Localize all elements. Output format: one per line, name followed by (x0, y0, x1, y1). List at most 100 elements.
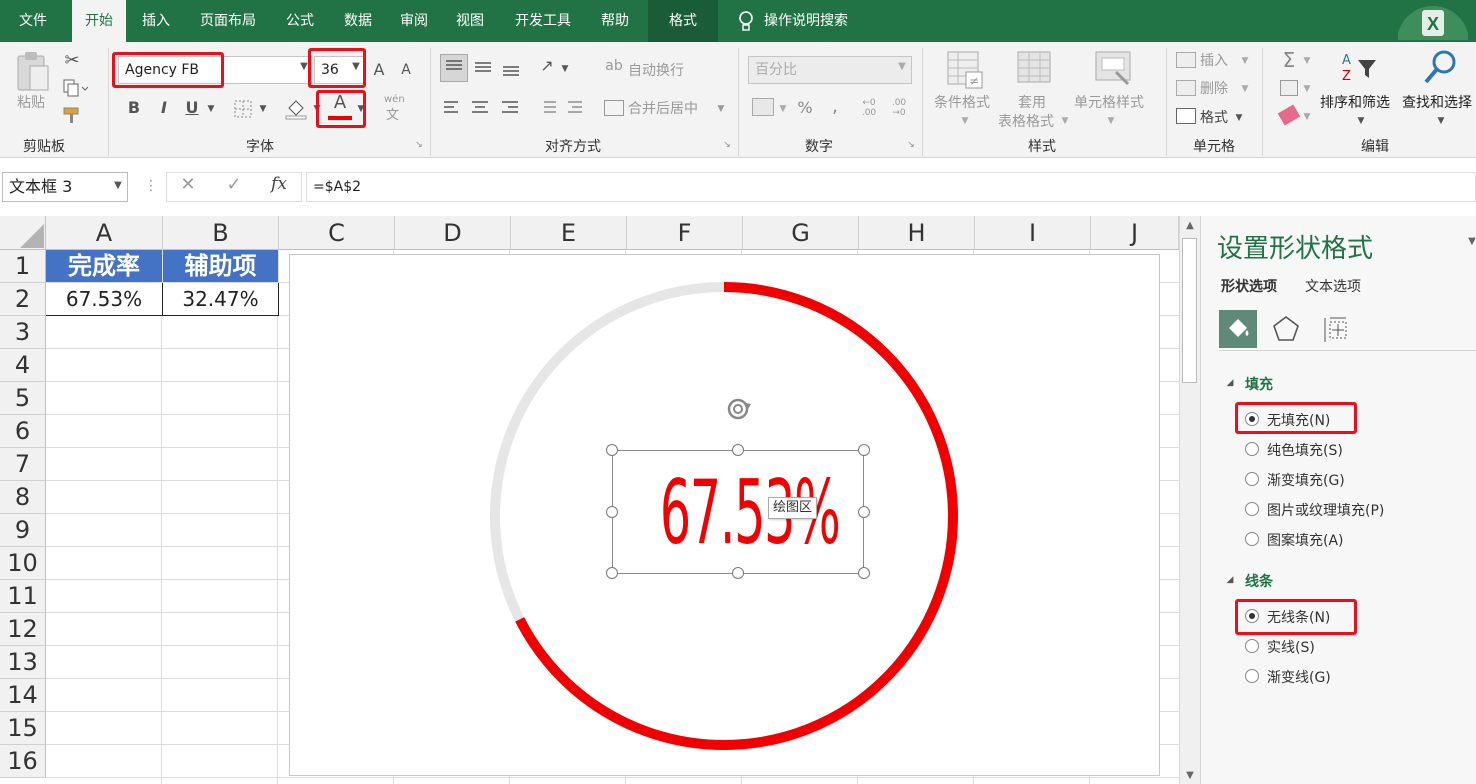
clear-icon[interactable] (1277, 104, 1301, 126)
fill-color-icon[interactable] (284, 96, 308, 120)
column-header-e[interactable]: E (511, 216, 627, 250)
tab-developer[interactable]: 开发工具 (500, 0, 586, 42)
resize-handle[interactable] (858, 567, 870, 579)
row-header[interactable]: 6 (0, 415, 46, 448)
row-header[interactable]: 8 (0, 481, 46, 514)
conditional-chevron-down-icon[interactable]: ▼ (960, 116, 970, 126)
resize-handle[interactable] (606, 506, 618, 518)
fill-line-icon[interactable] (1219, 310, 1257, 348)
paste-label[interactable]: 粘贴 (17, 92, 45, 112)
underline-chevron-down-icon[interactable]: ▼ (206, 104, 216, 114)
tab-shape-options[interactable]: 形状选项 (1221, 276, 1277, 296)
scroll-up-icon[interactable]: ▲ (1182, 220, 1198, 231)
row-header[interactable]: 4 (0, 349, 46, 382)
drag-handle-icon[interactable]: ⋮ (144, 178, 158, 194)
tab-page-layout[interactable]: 页面布局 (186, 0, 270, 42)
tab-insert[interactable]: 插入 (128, 0, 184, 42)
column-header-g[interactable]: G (743, 216, 859, 250)
alignment-dialog-launcher-icon[interactable]: ↘ (722, 140, 732, 150)
cancel-icon[interactable]: ✕ (178, 174, 198, 195)
number-format-chevron-down-icon[interactable]: ▼ (896, 61, 908, 72)
column-header-b[interactable]: B (163, 216, 279, 250)
scroll-down-icon[interactable]: ▼ (1182, 770, 1198, 781)
align-bottom-icon[interactable] (500, 54, 522, 80)
cell-styles-chevron-down-icon[interactable]: ▼ (1106, 116, 1116, 126)
bold-button[interactable]: B (126, 98, 142, 117)
option-picture-fill[interactable]: 图片或纹理填充(P) (1267, 500, 1384, 520)
tell-me-search[interactable]: 操作说明搜索 (764, 0, 868, 42)
align-middle-icon[interactable] (472, 54, 494, 80)
conditional-formatting-button[interactable]: 条件格式 (934, 92, 990, 112)
option-gradient-fill[interactable]: 渐变填充(G) (1267, 470, 1345, 490)
format-chevron-down-icon[interactable]: ▼ (1234, 113, 1244, 123)
row-header[interactable]: 13 (0, 646, 46, 679)
effects-pentagon-icon[interactable] (1271, 314, 1301, 344)
grow-font-icon[interactable]: A (372, 60, 386, 79)
delete-cells-button[interactable]: 删除 (1200, 78, 1228, 98)
radio-gradient-line[interactable] (1245, 669, 1259, 683)
pane-chevron-down-icon[interactable]: ▼ (1467, 236, 1476, 247)
merge-center-icon[interactable] (604, 100, 624, 116)
format-cells-button[interactable]: 格式 (1200, 107, 1228, 127)
option-solid-line[interactable]: 实线(S) (1267, 637, 1315, 657)
sort-filter-button[interactable]: 排序和筛选 (1320, 92, 1390, 112)
tab-data[interactable]: 数据 (330, 0, 386, 42)
cell-styles-icon[interactable] (1094, 50, 1134, 90)
fill-chevron-down-icon[interactable]: ▼ (1302, 84, 1312, 94)
formula-input[interactable]: =$A$2 (306, 172, 1476, 202)
name-box-chevron-down-icon[interactable]: ▼ (112, 180, 124, 191)
cell-a1[interactable]: 完成率 (46, 250, 163, 283)
radio-gradient-fill[interactable] (1245, 472, 1259, 486)
column-header-i[interactable]: I (975, 216, 1091, 250)
resize-handle[interactable] (606, 567, 618, 579)
option-pattern-fill[interactable]: 图案填充(A) (1267, 530, 1344, 550)
autosum-icon[interactable]: Σ (1280, 48, 1298, 72)
cut-icon[interactable]: ✂ (62, 50, 82, 71)
align-top-button[interactable] (440, 54, 468, 82)
tab-file[interactable]: 文件 (0, 0, 66, 42)
rotate-handle-icon[interactable] (724, 394, 754, 424)
insert-cells-icon[interactable] (1176, 52, 1196, 68)
format-painter-icon[interactable] (62, 106, 82, 124)
borders-chevron-down-icon[interactable]: ▼ (258, 104, 268, 114)
merge-center-button[interactable]: 合并后居中 (628, 98, 698, 118)
radio-picture-fill[interactable] (1245, 502, 1259, 516)
row-header[interactable]: 3 (0, 316, 46, 349)
wrap-text-icon[interactable]: ab (604, 58, 624, 74)
fill-collapse-icon[interactable]: ◢ (1225, 378, 1235, 388)
name-box[interactable]: 文本框 3 (2, 172, 128, 202)
sort-filter-icon[interactable]: AZ (1340, 50, 1380, 86)
lightbulb-icon[interactable] (738, 10, 754, 32)
column-header-j[interactable]: J (1091, 216, 1179, 250)
decrease-decimal-icon[interactable]: .00 →0 (888, 98, 910, 118)
orientation-chevron-down-icon[interactable]: ▼ (560, 64, 570, 74)
borders-icon[interactable] (234, 100, 252, 118)
cell-styles-button[interactable]: 单元格样式 (1074, 92, 1144, 112)
radio-solid-line[interactable] (1245, 639, 1259, 653)
resize-handle[interactable] (858, 506, 870, 518)
column-header-h[interactable]: H (859, 216, 975, 250)
insert-cells-button[interactable]: 插入 (1200, 50, 1228, 70)
fill-down-icon[interactable] (1280, 80, 1298, 96)
format-as-table-icon[interactable] (1016, 50, 1054, 90)
format-as-table-line2[interactable]: 表格格式 (998, 111, 1054, 131)
option-solid-fill[interactable]: 纯色填充(S) (1267, 440, 1343, 460)
line-section-header[interactable]: 线条 (1245, 571, 1273, 591)
format-cells-icon[interactable] (1176, 108, 1196, 124)
fill-section-header[interactable]: 填充 (1245, 374, 1273, 394)
merge-chevron-down-icon[interactable]: ▼ (716, 104, 726, 114)
row-header[interactable]: 15 (0, 712, 46, 745)
row-header[interactable]: 16 (0, 745, 46, 778)
font-dialog-launcher-icon[interactable]: ↘ (414, 140, 424, 150)
row-header[interactable]: 7 (0, 448, 46, 481)
row-header[interactable]: 1 (0, 250, 46, 283)
column-header-f[interactable]: F (627, 216, 743, 250)
row-header[interactable]: 2 (0, 283, 46, 316)
tab-text-options[interactable]: 文本选项 (1305, 276, 1361, 296)
autosum-chevron-down-icon[interactable]: ▼ (1302, 56, 1312, 66)
shrink-font-icon[interactable]: A (400, 62, 412, 78)
select-all-corner[interactable] (0, 216, 46, 250)
underline-button[interactable]: U (184, 98, 200, 117)
delete-chevron-down-icon[interactable]: ▼ (1240, 84, 1250, 94)
format-as-table-line1[interactable]: 套用 (1018, 92, 1046, 112)
